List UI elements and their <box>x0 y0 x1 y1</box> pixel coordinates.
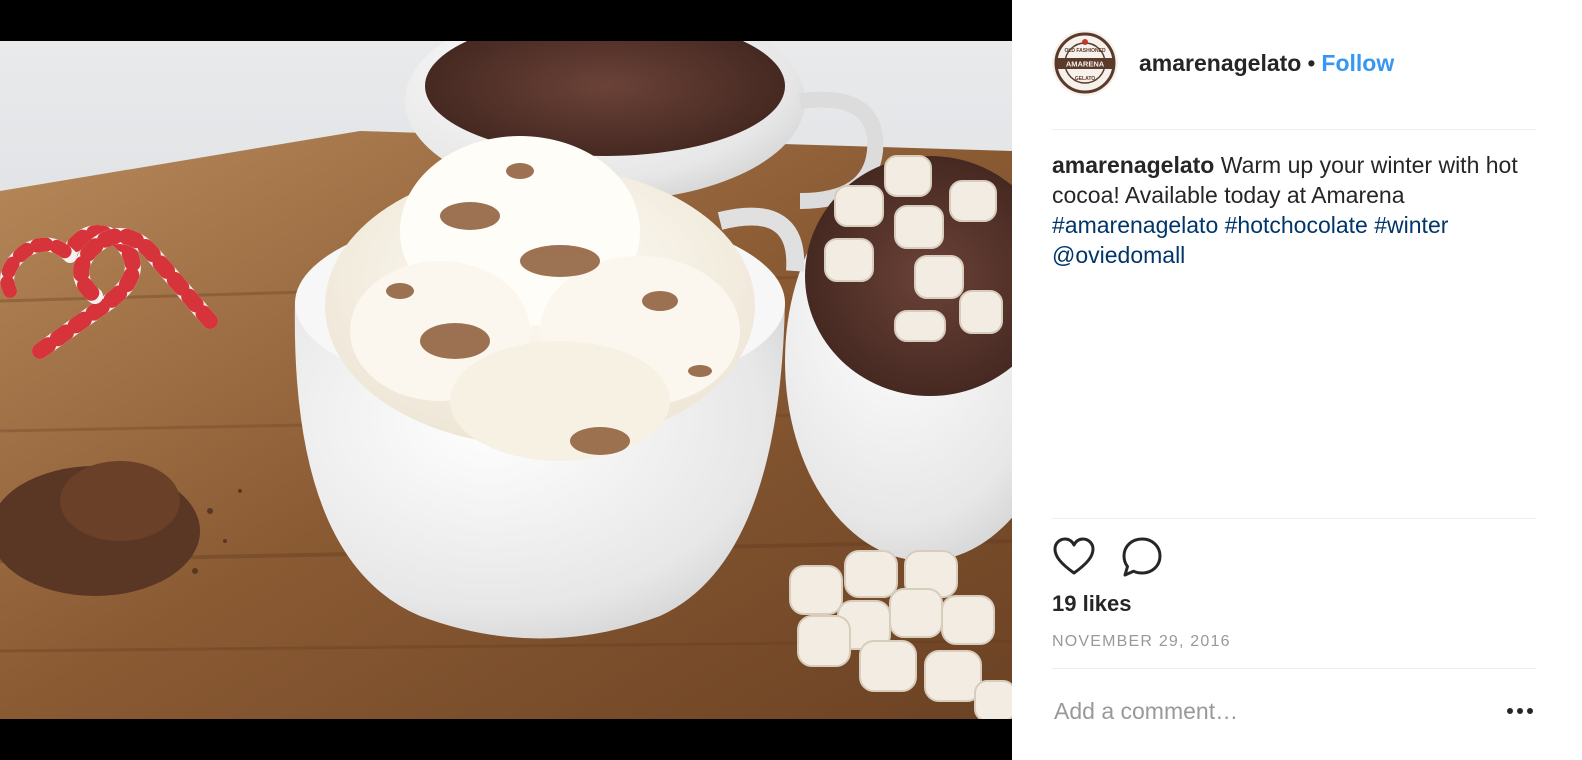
post-details-panel: AMARENA OLD FASHIONED GELATO amarenagela… <box>1012 0 1582 760</box>
comment-icon[interactable] <box>1120 535 1164 579</box>
comment-box <box>1052 668 1536 760</box>
post-caption: amarenagelato Warm up your winter with h… <box>1052 150 1536 270</box>
post-date: NOVEMBER 29, 2016 <box>1052 633 1231 650</box>
comment-input[interactable] <box>1052 691 1482 731</box>
avatar-logo-main: AMARENA <box>1066 60 1105 69</box>
header-separator: • <box>1307 50 1316 76</box>
header-username[interactable]: amarenagelato <box>1139 50 1301 76</box>
caption-username[interactable]: amarenagelato <box>1052 152 1214 178</box>
post-actions: 19 likes NOVEMBER 29, 2016 <box>1052 518 1536 672</box>
avatar-logo-top: OLD FASHIONED <box>1064 48 1106 54</box>
more-options-icon[interactable] <box>1504 697 1536 725</box>
avatar-logo-bottom: GELATO <box>1075 76 1095 82</box>
heart-icon[interactable] <box>1052 535 1096 579</box>
caption-hashtag[interactable]: #hotchocolate <box>1225 212 1368 238</box>
post-header: AMARENA OLD FASHIONED GELATO amarenagela… <box>1052 30 1536 130</box>
post-media <box>0 0 1012 760</box>
caption-hashtag[interactable]: #winter <box>1374 212 1448 238</box>
caption-mention[interactable]: @oviedomall <box>1052 242 1185 268</box>
header-text: amarenagelato • Follow <box>1139 49 1394 77</box>
avatar[interactable]: AMARENA OLD FASHIONED GELATO <box>1052 30 1118 96</box>
post-photo[interactable] <box>0 41 1012 719</box>
likes-count[interactable]: 19 likes <box>1052 591 1132 617</box>
follow-button[interactable]: Follow <box>1321 50 1394 76</box>
caption-hashtag[interactable]: #amarenagelato <box>1052 212 1218 238</box>
